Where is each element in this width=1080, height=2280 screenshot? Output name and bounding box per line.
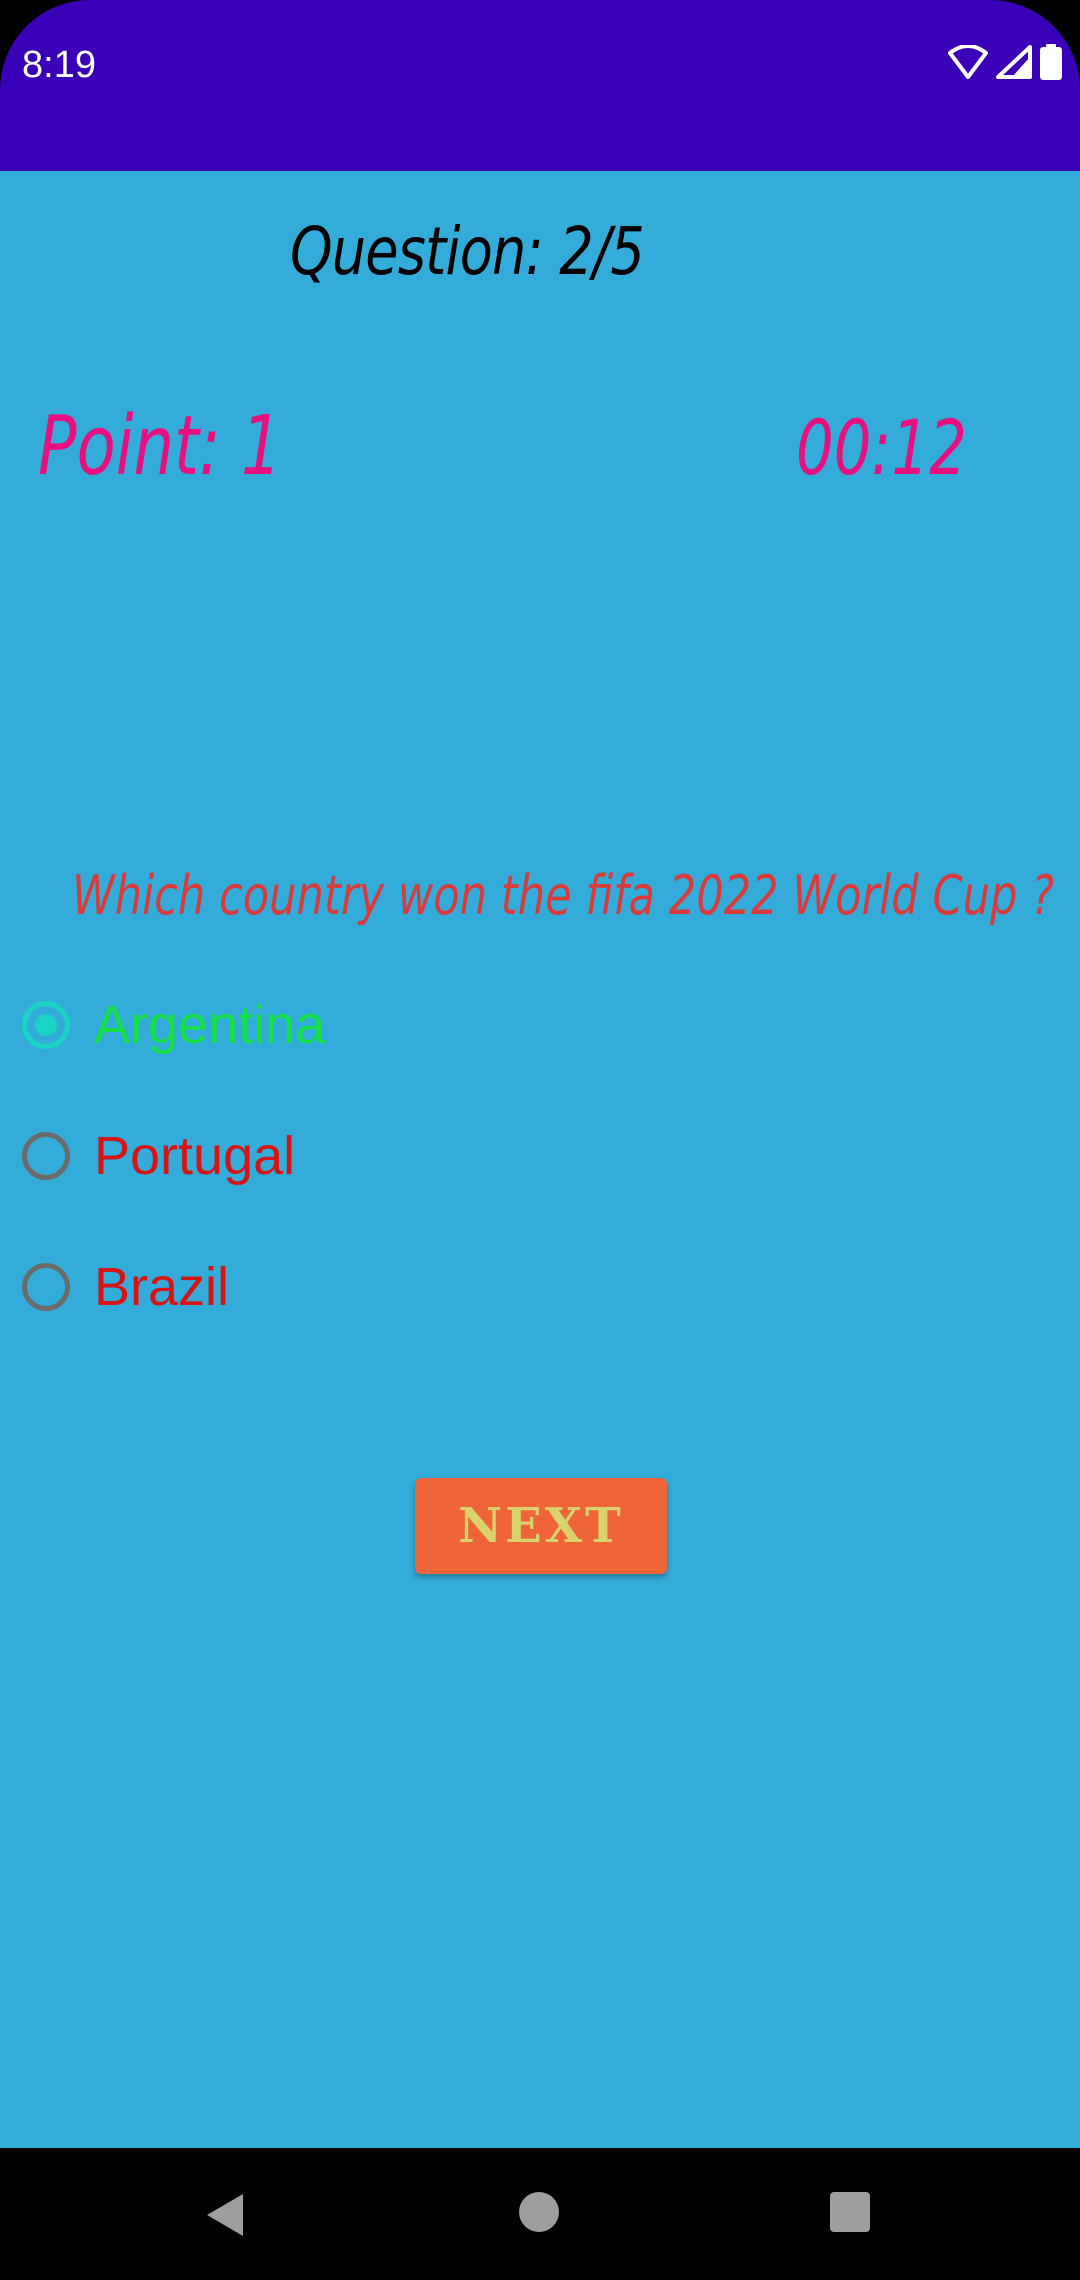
status-bar: 8:19 — [0, 0, 1080, 171]
timer-label: 00:12 — [796, 403, 967, 492]
points-label: Point: 1 — [38, 399, 282, 494]
question-text: Which country won the fifa 2022 World Cu… — [72, 864, 1055, 927]
option-brazil[interactable]: Brazil — [22, 1256, 229, 1318]
radio-button[interactable] — [22, 1132, 70, 1180]
option-label: Portugal — [94, 1126, 296, 1186]
radio-button-checked[interactable] — [22, 1001, 70, 1049]
home-icon[interactable] — [519, 2192, 559, 2232]
signal-icon — [996, 45, 1032, 79]
recents-icon[interactable] — [830, 2192, 870, 2232]
phone-screen: 8:19 Question: 2/5 Point: 1 00:12 Which … — [0, 0, 1080, 2280]
option-portugal[interactable]: Portugal — [22, 1125, 295, 1187]
navigation-bar — [0, 2148, 1080, 2280]
battery-icon — [1040, 44, 1062, 80]
question-counter: Question: 2/5 — [290, 213, 645, 290]
option-label: Brazil — [94, 1257, 230, 1317]
status-time: 8:19 — [22, 44, 96, 86]
back-icon[interactable] — [205, 2192, 245, 2238]
option-argentina[interactable]: Argentina — [22, 994, 325, 1056]
option-label: Argentina — [94, 995, 326, 1055]
next-button[interactable]: NEXT — [415, 1478, 667, 1574]
radio-button[interactable] — [22, 1263, 70, 1311]
quiz-screen: Question: 2/5 Point: 1 00:12 Which count… — [0, 171, 1080, 2148]
wifi-icon — [948, 45, 988, 79]
status-icons — [948, 44, 1062, 80]
